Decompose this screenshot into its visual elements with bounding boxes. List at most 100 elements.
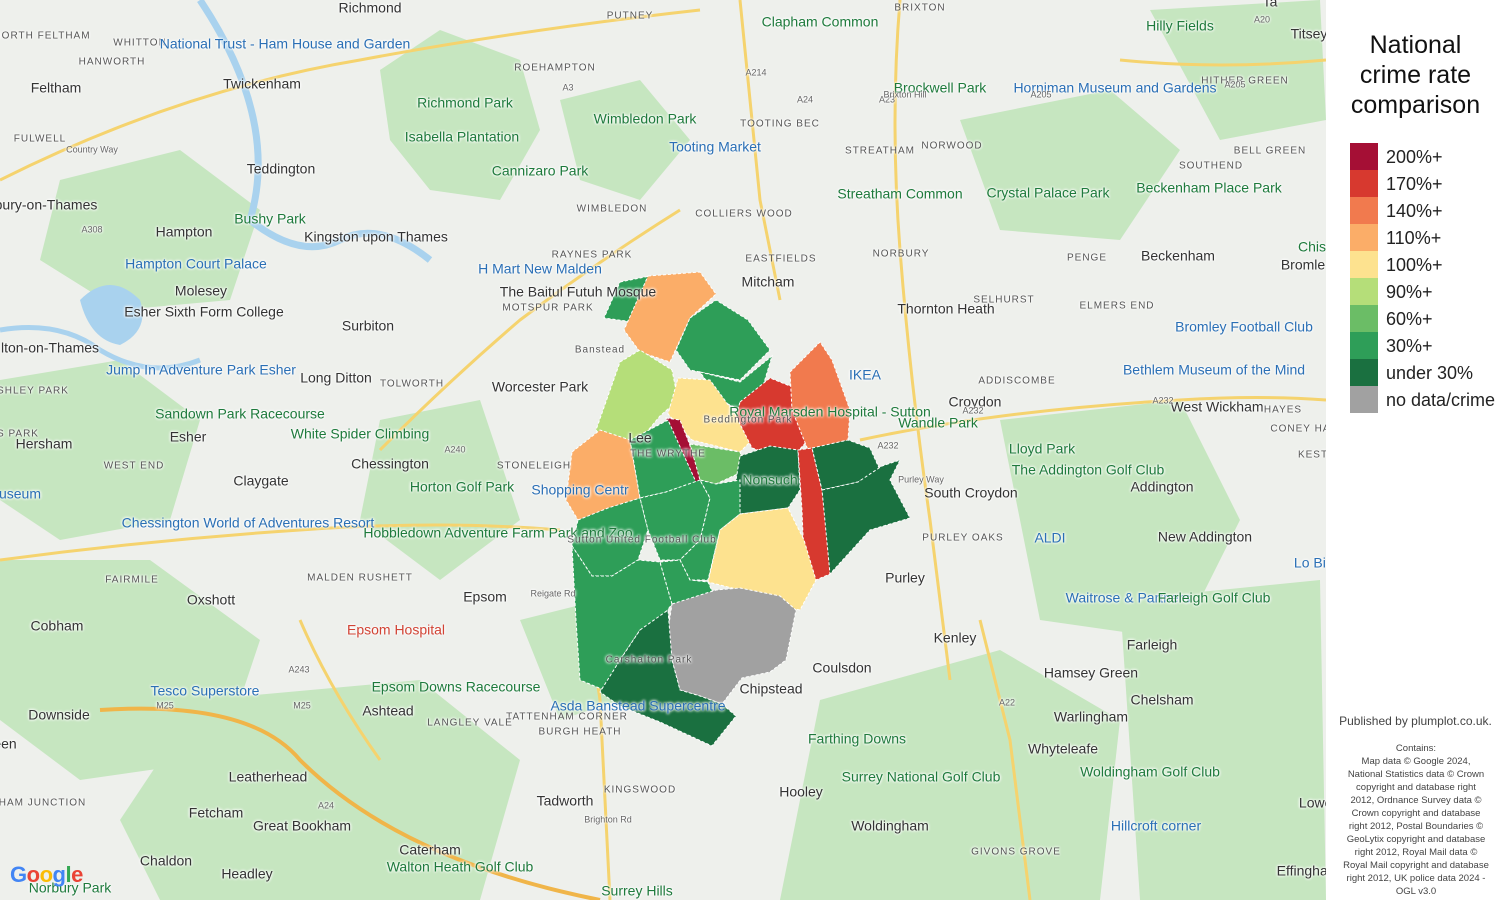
place-label: bury-on-Thames [0,196,98,213]
credit-line: Map data © Google 2024, [1361,756,1471,767]
place-label: PUTNEY [606,10,654,22]
place-label: Cannizaro Park [491,162,589,179]
place-label: Long Ditton [300,369,372,386]
place-label: WEST END [103,460,165,472]
legend-item: 30%+ [1350,332,1500,359]
place-label: Oxshott [186,591,236,608]
place-label: lton-on-Thames [0,339,100,356]
road-label: Brixton Hill [883,89,927,100]
place-label: Great Bookham [252,817,352,834]
place-label: Chessington [351,455,429,472]
legend-label: no data/crime [1386,390,1496,410]
road-label: A205 [1224,79,1246,90]
credit-line: right 2012, Postal Boundaries © [1348,821,1484,832]
place-label: Leatherhead [228,768,308,785]
legend-item: under 30% [1350,359,1500,386]
place-label: Cobham [30,617,84,634]
map[interactable]: Morden North Morden Park St Helier North… [0,0,1326,900]
place-label: ALDI [1034,529,1066,546]
place-label: BURGH HEATH [538,726,622,738]
place-label: ROEHAMPTON [514,62,596,74]
place-label: Hampton [155,223,213,240]
credit-line: GeoLytix copyright and database [1346,834,1486,845]
legend-title-line: crime rate [1359,61,1472,89]
place-label: Hilly Fields [1146,17,1214,34]
place-label: Richmond [338,0,402,16]
place-label: Chaldon [139,852,193,869]
road-label: A3 [562,82,574,93]
place-label: FAIRMILE [105,574,159,586]
place-label: MALDEN RUSHETT [307,572,413,584]
place-label: COLLIERS WOOD [695,208,793,220]
place-label: The Addington Golf Club [1011,461,1165,478]
place-label: Headley [221,865,273,882]
road-label: M25 [293,700,311,711]
place-label: ADDISCOMBE [978,375,1056,387]
legend-title: National crime rate comparison [1326,30,1505,120]
legend-swatch [1350,305,1378,332]
place-label: Twickenham [223,75,301,92]
place-label: PENGE [1066,252,1108,264]
place-label: National Trust - Ham House and Garden [159,35,411,52]
legend-swatch [1350,224,1378,251]
place-label: Ta [1262,0,1278,10]
road-label: A240 [444,444,466,455]
place-label: BRIXTON [894,2,946,14]
place-label: SELHURST [973,294,1035,306]
place-label: FULWELL [13,133,67,145]
place-label: Carshalton Park [605,654,693,666]
place-label: Claygate [233,472,289,489]
place-label: Jump In Adventure Park Esher [106,361,296,378]
google-logo-o1: o [26,862,40,887]
road-label: Purley Way [898,474,944,485]
place-label: MOTSPUR PARK [502,302,594,314]
place-label: South Croydon [924,484,1018,501]
place-label: Nonsuch [742,471,798,488]
place-label: NORTH FELTHAM [0,30,91,42]
place-label: Lower [1298,794,1326,811]
place-label: LANGLEY VALE [427,717,513,729]
legend-label: 30%+ [1386,336,1433,356]
legend-label: 60%+ [1386,309,1433,329]
published-credit: Published by plumplot.co.uk. [1339,714,1492,728]
place-label: Effingham [1276,862,1326,879]
place-label: Lo Big A [1293,554,1326,571]
place-label: Richmond Park [417,94,513,111]
legend-item: 200%+ [1350,143,1500,170]
place-label: Esher [169,428,207,445]
road-label: A24 [796,94,814,105]
place-label: Sandown Park Racecourse [155,405,325,422]
google-logo-g1: G [10,862,27,887]
credit-line: 2012, Ordnance Survey data © [1350,795,1482,806]
place-label: Beckenham Place Park [1136,179,1282,196]
place-label: Epsom Downs Racecourse [371,678,541,695]
place-label: Epsom Hospital [346,621,446,638]
place-label: FFINGHAM JUNCTION [0,797,87,809]
google-logo-g2: g [52,862,66,887]
place-label: White Spider Climbing [290,425,430,442]
place-label: New Addington [1157,528,1253,545]
road-label: A308 [81,224,103,235]
place-label: Bushy Park [234,210,306,227]
place-label: Walton Heath Golf Club [386,858,534,875]
place-label: Sutton United Football Club [567,534,717,546]
place-label: Epsom [463,588,507,605]
place-label: Horton Golf Park [409,478,515,495]
place-label: Addington [1130,478,1194,495]
place-label: TATTENHAM CORNER [506,711,628,723]
place-label: ELMERS END [1079,300,1155,312]
place-label: Esher Sixth Form College [124,303,284,320]
place-label: Coulsdon [812,659,872,676]
place-label: Chelsham [1130,691,1194,708]
place-label: TOLWORTH [379,378,445,390]
place-label: Farleigh Golf Club [1157,589,1271,606]
place-label: Streatham Common [837,185,963,202]
legend-swatch [1350,197,1378,224]
place-label: Hampton Court Palace [125,255,267,272]
legend-item: 60%+ [1350,305,1500,332]
place-label: Kenley [933,629,977,646]
credit-line: right 2012, UK police data 2024 - [1346,873,1486,884]
legend-label: 90%+ [1386,282,1433,302]
place-label: Shopping Centr [531,481,629,498]
credit-line: National Statistics data © Crown [1347,769,1485,780]
